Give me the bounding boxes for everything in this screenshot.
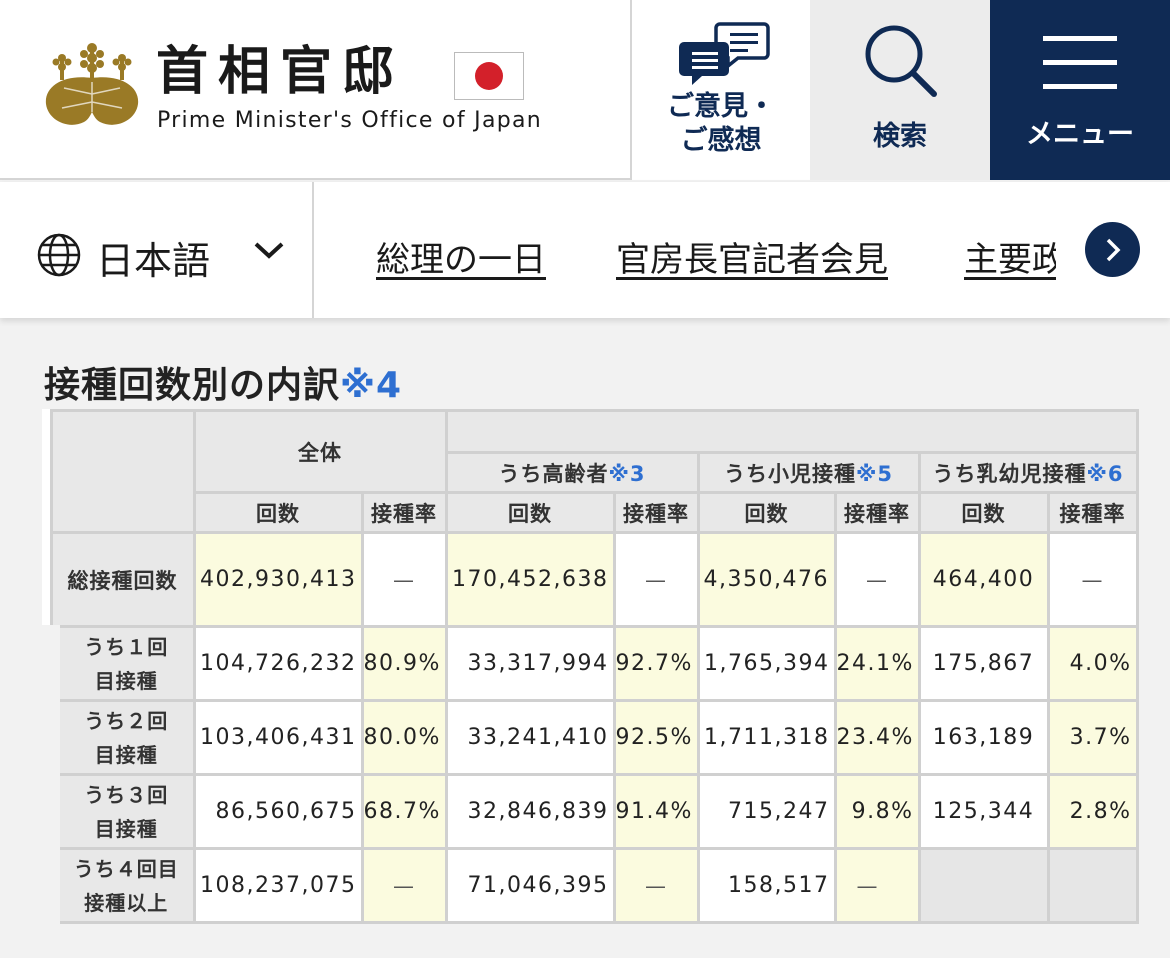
group-header-elderly: うち高齢者※3 [444,451,700,494]
vaccination-table: 全体 うち高齢者※3 うち小児接種※5 うち乳幼児接種※6 回数 接種率 回数 … [42,409,1139,924]
cell-rate: 9.8% [833,773,921,850]
footnote-link[interactable]: ※4 [340,365,402,406]
language-selector[interactable]: 日本語 [0,182,314,318]
feedback-label: ご感想 [680,125,762,156]
cell-count: 103,406,431 [192,699,364,776]
cell-rate: 3.7% [1046,699,1139,776]
section-title: 接種回数別の内訳※4 [44,365,403,406]
language-label: 日本語 [96,239,211,283]
header-spacer [444,409,1139,454]
cell-rate: — [833,531,921,628]
row-header-total: 総接種回数 [49,531,196,628]
cell-rate: 91.4% [612,773,700,850]
row-header: うち１回 目接種 [42,625,196,702]
cell-rate: 4.0% [1046,625,1139,702]
global-nav: 日本語 総理の一日 官房長官記者会見 主要政 [0,182,1170,318]
hamburger-icon [1043,36,1117,89]
search-icon [865,25,937,97]
cell-count: 464,400 [917,531,1050,628]
group-header-child: うち小児接種※5 [696,451,921,494]
chevron-down-icon [254,242,284,259]
cell-count: 1,711,318 [696,699,837,776]
menu-label: メニュー [1026,119,1134,150]
cell-rate: 80.0% [360,699,448,776]
cell-count: 33,241,410 [444,699,616,776]
cell-count: 86,560,675 [192,773,364,850]
globe-icon [37,233,81,277]
cell-rate: 23.4% [833,699,921,776]
table-row: うち１回 目接種 104,726,232 80.9% 33,317,994 92.… [42,625,1139,702]
cell-count: 715,247 [696,773,837,850]
cell-empty [917,847,1050,924]
cell-count: 158,517 [696,847,837,924]
japan-flag-icon [454,52,524,100]
nav-link-daily[interactable]: 総理の一日 [376,232,546,281]
chevron-right-icon [1106,238,1121,262]
cell-rate: 24.1% [833,625,921,702]
feedback-button[interactable]: ご意見・ ご感想 [630,0,810,180]
table-row: 総接種回数 402,930,413 — 170,452,638 — 4,350,… [49,531,1139,628]
cell-rate: — [360,847,448,924]
row-header: うち４回目 接種以上 [42,847,196,924]
cell-count: 71,046,395 [444,847,616,924]
cell-count: 125,344 [917,773,1050,850]
cell-rate: 92.5% [612,699,700,776]
chat-bubbles-icon [679,22,770,85]
cell-rate: — [612,531,700,628]
row-header: うち３回 目接種 [42,773,196,850]
paulownia-crest-icon [45,43,139,125]
group-header-all: 全体 [192,409,448,494]
cell-rate: 68.7% [360,773,448,850]
site-logo[interactable]: 首相官邸 Prime Minister's Office of Japan [44,40,544,140]
nav-next-button[interactable] [1085,222,1140,277]
feedback-label: ご意見・ [667,91,775,122]
nav-links: 総理の一日 官房長官記者会見 主要政 [316,182,1056,318]
table-row: うち２回 目接種 103,406,431 80.0% 33,241,410 92.… [42,699,1139,776]
cell-count: 4,350,476 [696,531,837,628]
col-header-rate: 接種率 [833,491,921,534]
cell-count: 170,452,638 [444,531,616,628]
col-header-count: 回数 [696,491,837,534]
col-header-rate: 接種率 [360,491,448,534]
cell-count: 163,189 [917,699,1050,776]
site-header: 首相官邸 Prime Minister's Office of Japan ご意… [0,0,1170,180]
cell-rate: — [360,531,448,628]
cell-count: 402,930,413 [192,531,364,628]
menu-button[interactable]: メニュー [990,0,1170,180]
col-header-count: 回数 [917,491,1050,534]
cell-rate: — [1046,531,1139,628]
col-header-count: 回数 [192,491,364,534]
cell-count: 104,726,232 [192,625,364,702]
nav-link-press[interactable]: 官房長官記者会見 [616,232,888,281]
cell-rate: 80.9% [360,625,448,702]
row-header: うち２回 目接種 [42,699,196,776]
cell-rate: — [612,847,700,924]
table-corner [49,409,196,534]
group-header-infant: うち乳幼児接種※6 [917,451,1139,494]
cell-rate: 92.7% [612,625,700,702]
cell-rate: — [833,847,921,924]
cell-count: 175,867 [917,625,1050,702]
search-button[interactable]: 検索 [810,0,990,180]
col-header-count: 回数 [444,491,616,534]
table-row: うち３回 目接種 86,560,675 68.7% 32,846,839 91.4… [42,773,1139,850]
cell-count: 32,846,839 [444,773,616,850]
site-title-en: Prime Minister's Office of Japan [157,108,543,133]
cell-rate: 2.8% [1046,773,1139,850]
search-label: 検索 [873,121,927,152]
cell-empty [1046,847,1139,924]
site-title-ja: 首相官邸 [156,41,405,102]
col-header-rate: 接種率 [1046,491,1139,534]
cell-count: 108,237,075 [192,847,364,924]
table-row: うち４回目 接種以上 108,237,075 — 71,046,395 — 158… [42,847,1139,924]
col-header-rate: 接種率 [612,491,700,534]
cell-count: 1,765,394 [696,625,837,702]
nav-link-policy[interactable]: 主要政 [964,232,1056,281]
cell-count: 33,317,994 [444,625,616,702]
